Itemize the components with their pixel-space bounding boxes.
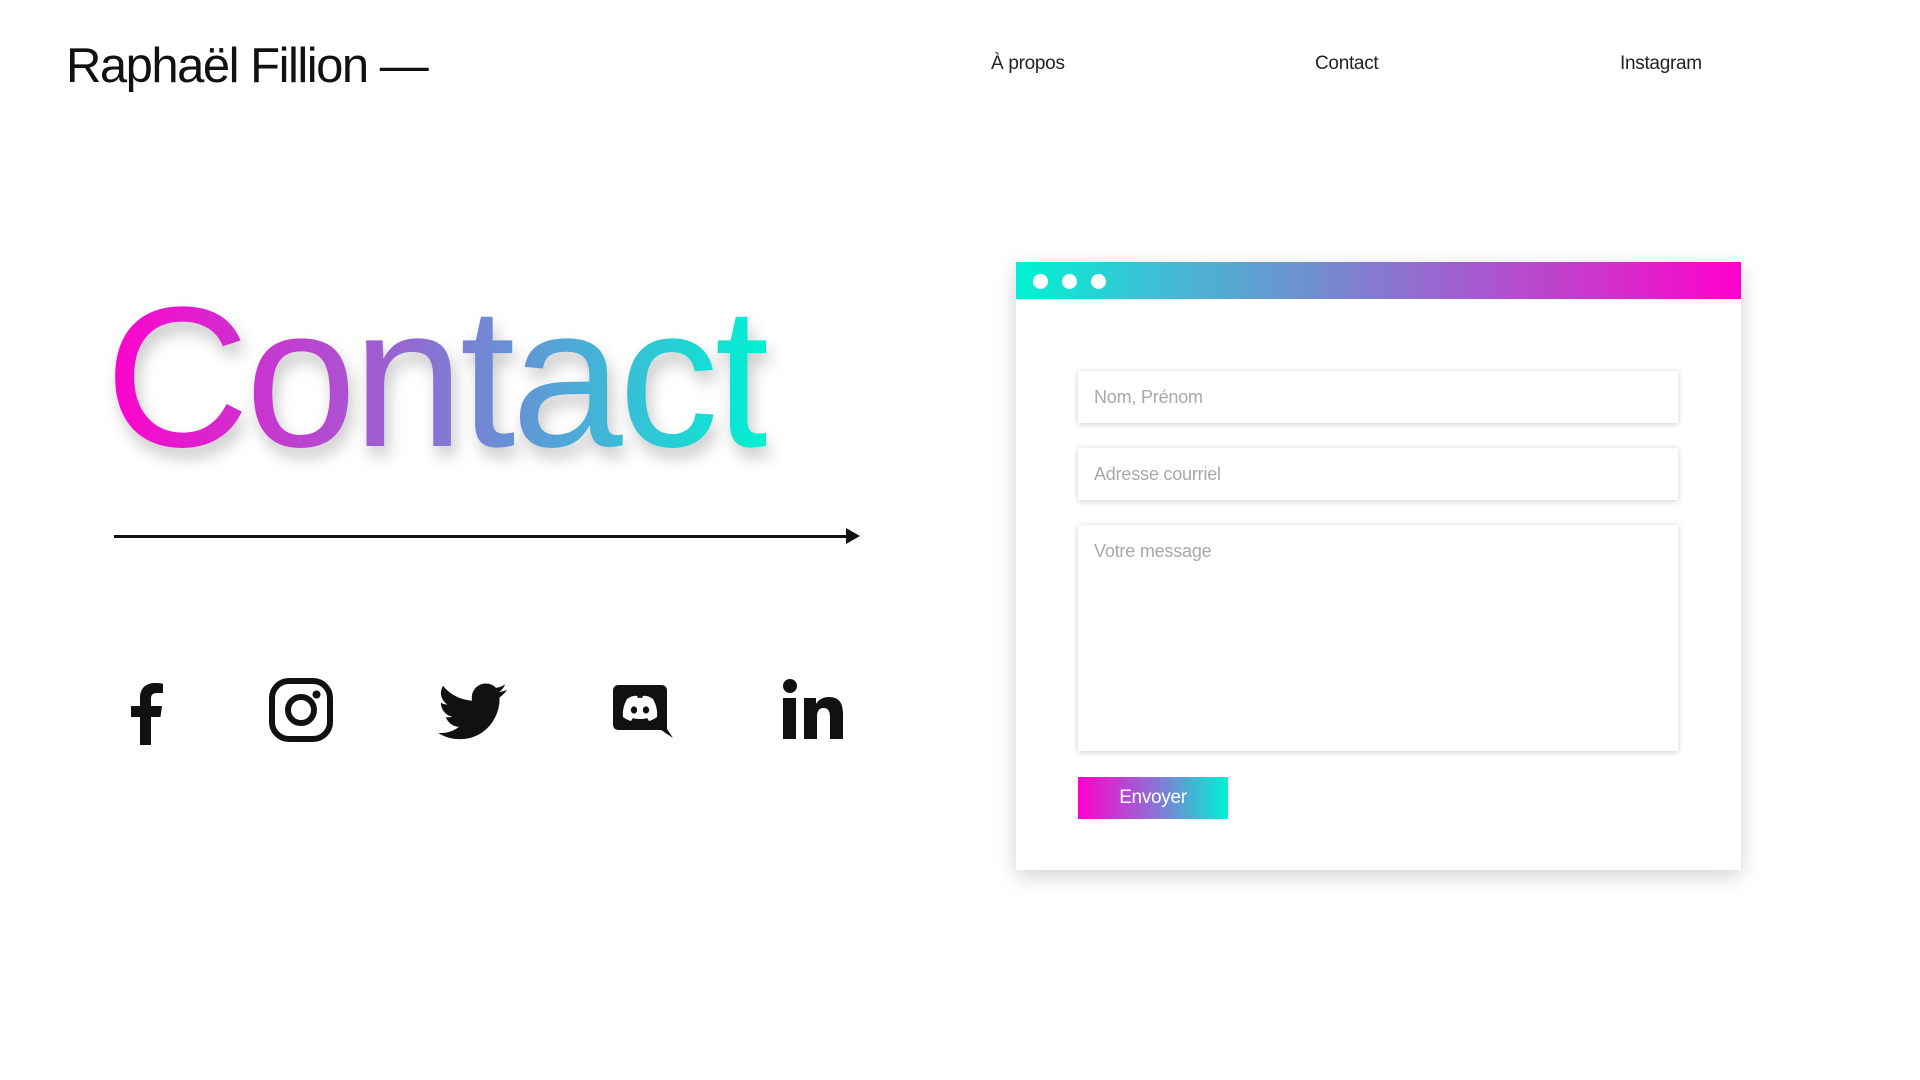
discord-icon[interactable] [605,675,675,745]
window-dot-icon [1033,274,1048,289]
window-dot-icon [1091,274,1106,289]
social-links [0,675,900,755]
name-field[interactable] [1078,371,1678,423]
contact-form-window: Envoyer [1016,262,1741,870]
arrow-line [114,535,846,538]
arrow-right-icon [846,528,860,544]
nav-link-a-propos[interactable]: À propos [991,53,1065,75]
instagram-icon[interactable] [266,675,336,745]
main-nav: À propos Contact Instagram [0,53,1920,83]
linkedin-icon[interactable] [778,675,848,745]
email-field[interactable] [1078,448,1678,500]
send-button[interactable]: Envoyer [1078,777,1228,819]
message-field[interactable] [1078,525,1678,751]
page-title: Contact [105,266,770,489]
twitter-icon[interactable] [438,675,508,745]
facebook-icon[interactable] [109,675,179,745]
window-dot-icon [1062,274,1077,289]
page: Raphaël Fillion — À propos Contact Insta… [0,0,1920,1080]
nav-link-contact[interactable]: Contact [1315,53,1379,75]
nav-link-instagram[interactable]: Instagram [1620,53,1702,75]
window-title-bar [1016,262,1741,299]
